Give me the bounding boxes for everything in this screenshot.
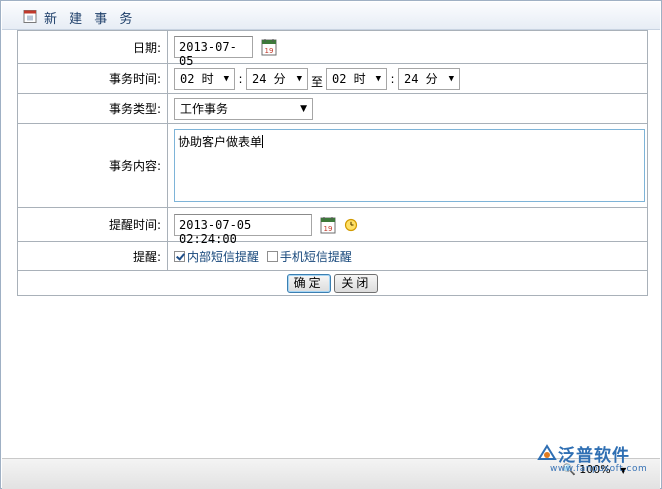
- chevron-down-icon: ▼: [375, 73, 381, 84]
- chevron-down-icon: ▼: [300, 103, 307, 114]
- watermark-logo: 泛普软件 www.fanpusoft.com: [536, 441, 661, 481]
- chevron-down-icon: ▼: [296, 73, 302, 84]
- reminder-time-input[interactable]: 2013-07-05 02:24:00: [174, 213, 312, 246]
- text-caret: [262, 135, 264, 148]
- calendar-picker-icon[interactable]: 19: [320, 216, 336, 234]
- form-row-type: 事务类型: 工作事务 ▼: [17, 93, 648, 124]
- content-label: 事务内容:: [17, 123, 168, 208]
- title-bar: 新 建 事 务: [2, 2, 660, 30]
- calendar-icon: [23, 10, 37, 23]
- chevron-down-icon: ▼: [223, 73, 229, 84]
- window-title: 新 建 事 务: [44, 12, 137, 27]
- transaction-form: 日期: 2013-07-05 19 事务时间: 02 时 ▼:24 分 ▼ 至 02 时…: [17, 30, 648, 296]
- clock-icon[interactable]: [344, 218, 358, 232]
- watermark-url: www.fanpusoft.com: [550, 464, 648, 474]
- chevron-down-icon: ▼: [448, 73, 454, 84]
- form-row-reminder: 提醒: 内部短信提醒 手机短信提醒: [17, 241, 648, 271]
- mobile-sms-checkbox[interactable]: [266, 250, 278, 262]
- date-input[interactable]: 2013-07-05: [174, 36, 253, 68]
- mobile-sms-label[interactable]: 手机短信提醒: [280, 250, 352, 264]
- transaction-type-select[interactable]: 工作事务 ▼: [174, 97, 313, 120]
- internal-sms-label[interactable]: 内部短信提醒: [187, 250, 259, 264]
- brand-logo-icon: [537, 444, 557, 460]
- content-textarea[interactable]: 协助客户做表单: [174, 129, 645, 202]
- date-label: 日期:: [17, 30, 168, 64]
- form-row-content: 事务内容: 协助客户做表单: [17, 123, 648, 208]
- close-button[interactable]: 关闭: [334, 273, 379, 293]
- watermark-brand: 泛普软件: [558, 446, 630, 466]
- to-label: 至: [310, 74, 323, 89]
- calendar-picker-icon[interactable]: 19: [261, 38, 277, 56]
- form-row-reminder-time: 提醒时间: 2013-07-05 02:24:00 19: [17, 207, 648, 246]
- time-label: 事务时间:: [17, 63, 168, 94]
- form-row-actions: 确定 关闭: [17, 270, 648, 296]
- svg-text:19: 19: [323, 225, 332, 233]
- svg-text:19: 19: [264, 47, 273, 55]
- type-label: 事务类型:: [17, 93, 168, 124]
- internal-sms-checkbox[interactable]: [174, 250, 185, 262]
- end-hour-select[interactable]: 02 时 ▼: [326, 67, 387, 90]
- form-row-date: 日期: 2013-07-05 19: [17, 30, 648, 68]
- start-minute-select[interactable]: 24 分 ▼: [246, 67, 308, 90]
- start-hour-select[interactable]: 02 时 ▼: [174, 67, 235, 90]
- reminder-label: 提醒:: [17, 241, 168, 271]
- ok-button[interactable]: 确定: [286, 273, 331, 293]
- reminder-time-label: 提醒时间:: [17, 207, 168, 242]
- end-minute-select[interactable]: 24 分 ▼: [398, 67, 460, 90]
- form-row-time: 事务时间: 02 时 ▼:24 分 ▼ 至 02 时 ▼:24 分 ▼: [17, 63, 648, 94]
- dialog-window: 新 建 事 务 日期: 2013-07-05 19 事务时间: 02 时 ▼:24…: [0, 0, 662, 489]
